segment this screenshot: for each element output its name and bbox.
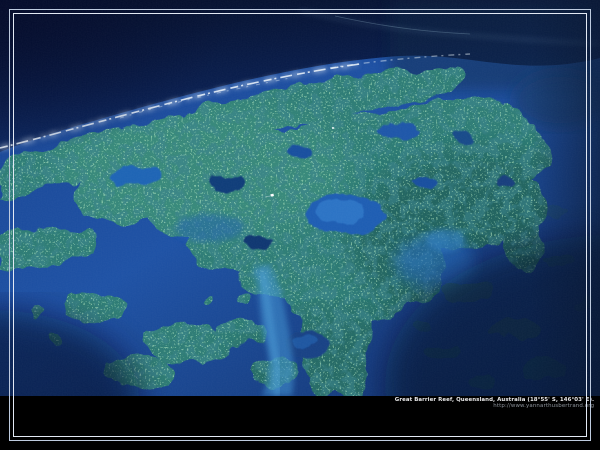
desktop-wallpaper: { "window": { "width": 600, "height": 45… xyxy=(0,0,600,450)
photo-caption: Great Barrier Reef, Queensland, Australi… xyxy=(395,396,594,408)
reef-photo-canvas xyxy=(0,0,600,396)
photo-caption-url: http://www.yannarthusbertrand.org xyxy=(395,402,594,408)
photo-grain xyxy=(0,0,600,396)
reef-aerial-photo xyxy=(0,0,600,396)
